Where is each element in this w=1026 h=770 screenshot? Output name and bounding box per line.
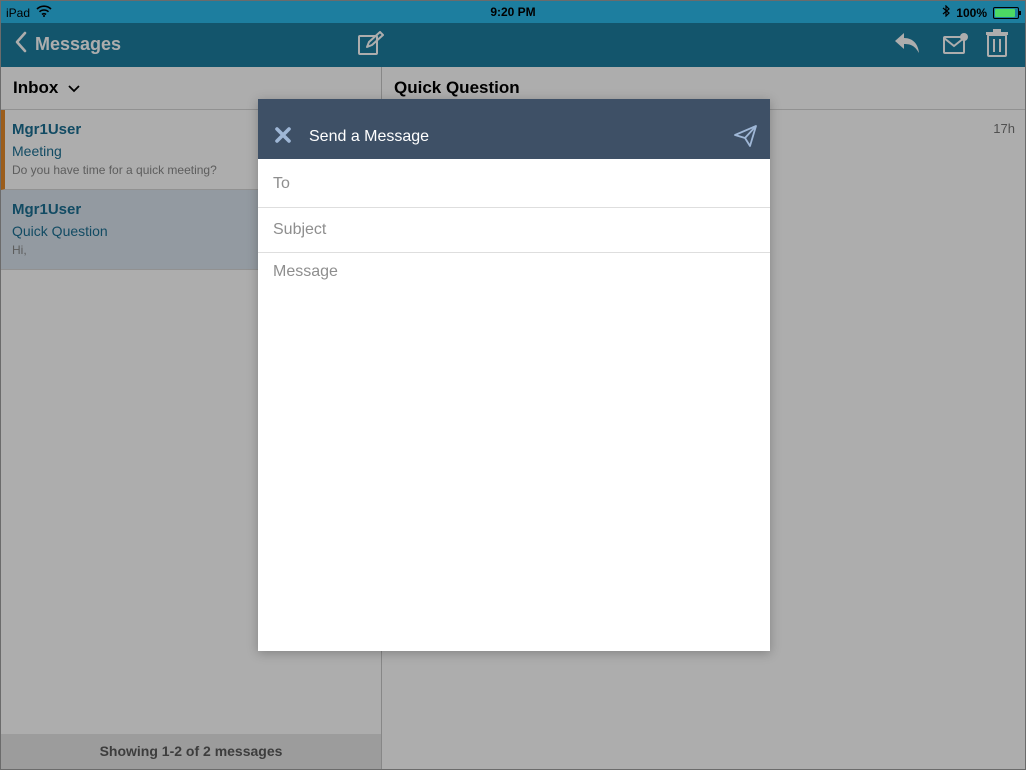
modal-title: Send a Message <box>309 128 430 145</box>
to-field[interactable]: To <box>258 159 770 208</box>
subject-field[interactable]: Subject <box>258 208 770 253</box>
send-icon[interactable] <box>734 125 758 152</box>
to-placeholder: To <box>273 175 290 192</box>
close-icon[interactable] <box>274 126 292 149</box>
battery-percent: 100% <box>956 5 987 20</box>
message-placeholder: Message <box>273 263 338 280</box>
send-message-modal: Send a Message To Subject Message <box>258 99 770 651</box>
bluetooth-icon <box>942 4 951 20</box>
ipad-screen: iPad 9:20 PM 100% Messages Inbox Mgr1Use… <box>0 0 1026 770</box>
status-time: 9:20 PM <box>490 5 536 19</box>
status-bar: iPad 9:20 PM 100% <box>1 1 1025 23</box>
modal-header: Send a Message <box>258 99 770 159</box>
subject-placeholder: Subject <box>273 221 327 238</box>
message-field[interactable]: Message <box>258 253 770 651</box>
battery-icon <box>993 6 1021 19</box>
